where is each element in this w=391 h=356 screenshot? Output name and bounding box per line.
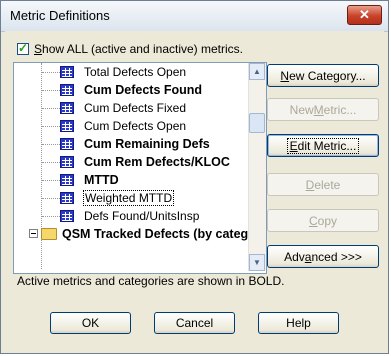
show-all-checkbox[interactable]: ✓ (17, 41, 29, 55)
title-bar[interactable]: Metric Definitions ✕ (1, 1, 388, 32)
tree-item-label: Cum Defects Found (84, 83, 203, 97)
tree-item-label: Total Defects Open (84, 65, 187, 79)
metric-table-icon (60, 84, 74, 96)
metric-definitions-dialog: Metric Definitions ✕ ✓ Show ALL (active … (0, 0, 389, 354)
tree-item-label: Weighted MTTD (83, 190, 175, 206)
metric-table-icon (60, 120, 74, 132)
new-metric-button[interactable]: New Metric... (267, 98, 379, 121)
metric-table-icon (60, 156, 74, 168)
checkmark-icon: ✓ (18, 41, 29, 55)
scroll-up-icon[interactable]: ▲ (249, 63, 265, 80)
new-category-button[interactable]: New Category... (267, 64, 379, 87)
advanced-button[interactable]: Adv a nced >>> (267, 245, 379, 268)
window-title: Metric Definitions (10, 8, 110, 23)
tree-item-label: MTTD (84, 173, 119, 187)
metric-table-icon (60, 192, 74, 204)
edit-metric-button[interactable]: Edit Metric... (267, 134, 379, 157)
metric-table-icon (60, 102, 74, 114)
tree-item-label: Defs Found/UnitsInsp (84, 209, 200, 223)
tree-vertical-scrollbar[interactable]: ▲ ▼ (248, 63, 266, 271)
tree-connector (42, 108, 60, 109)
delete-button[interactable]: Delete (267, 173, 379, 196)
metric-table-icon (60, 138, 74, 150)
show-all-label: Show ALL (active and inactive) metrics. (34, 42, 243, 56)
ok-button[interactable]: OK (50, 312, 131, 334)
scroll-down-icon[interactable]: ▼ (249, 254, 265, 271)
tree-connector (42, 162, 60, 163)
collapse-toggle-icon[interactable] (29, 229, 38, 238)
metric-table-icon (60, 174, 74, 186)
dialog-body: ✓ Show ALL (active and inactive) metrics… (5, 31, 384, 351)
tree-item-label: Cum Remaining Defs (84, 137, 210, 151)
tree-connector (42, 198, 60, 199)
tree-item-label: Cum Defects Fixed (84, 101, 187, 115)
close-icon: ✕ (359, 7, 370, 22)
tree-connector (42, 144, 60, 145)
tree-connector (42, 126, 60, 127)
tree-category-label: QSM Tracked Defects (by catego (62, 227, 256, 241)
metric-table-icon (60, 66, 74, 78)
show-all-checkbox-row[interactable]: ✓ Show ALL (active and inactive) metrics… (17, 41, 243, 57)
tree-connector (42, 90, 60, 91)
tree-connector (42, 72, 60, 73)
copy-button[interactable]: Copy (267, 209, 379, 232)
folder-icon (41, 228, 57, 240)
status-text: Active metrics and categories are shown … (17, 274, 285, 288)
tree-connector (42, 180, 60, 181)
tree-connector (42, 216, 60, 217)
metric-tree[interactable]: Total Defects Open Cum Defects Found Cum… (13, 62, 267, 274)
cancel-button[interactable]: Cancel (154, 312, 235, 334)
close-button[interactable]: ✕ (347, 5, 382, 25)
metric-table-icon (60, 210, 74, 222)
scroll-thumb[interactable] (249, 113, 265, 133)
tree-item-label: Cum Rem Defects/KLOC (84, 155, 230, 169)
tree-category-qsm-tracked-defects[interactable]: QSM Tracked Defects (by catego (14, 225, 256, 243)
tree-item-label: Cum Defects Open (84, 119, 187, 133)
help-button[interactable]: Help (258, 312, 339, 334)
